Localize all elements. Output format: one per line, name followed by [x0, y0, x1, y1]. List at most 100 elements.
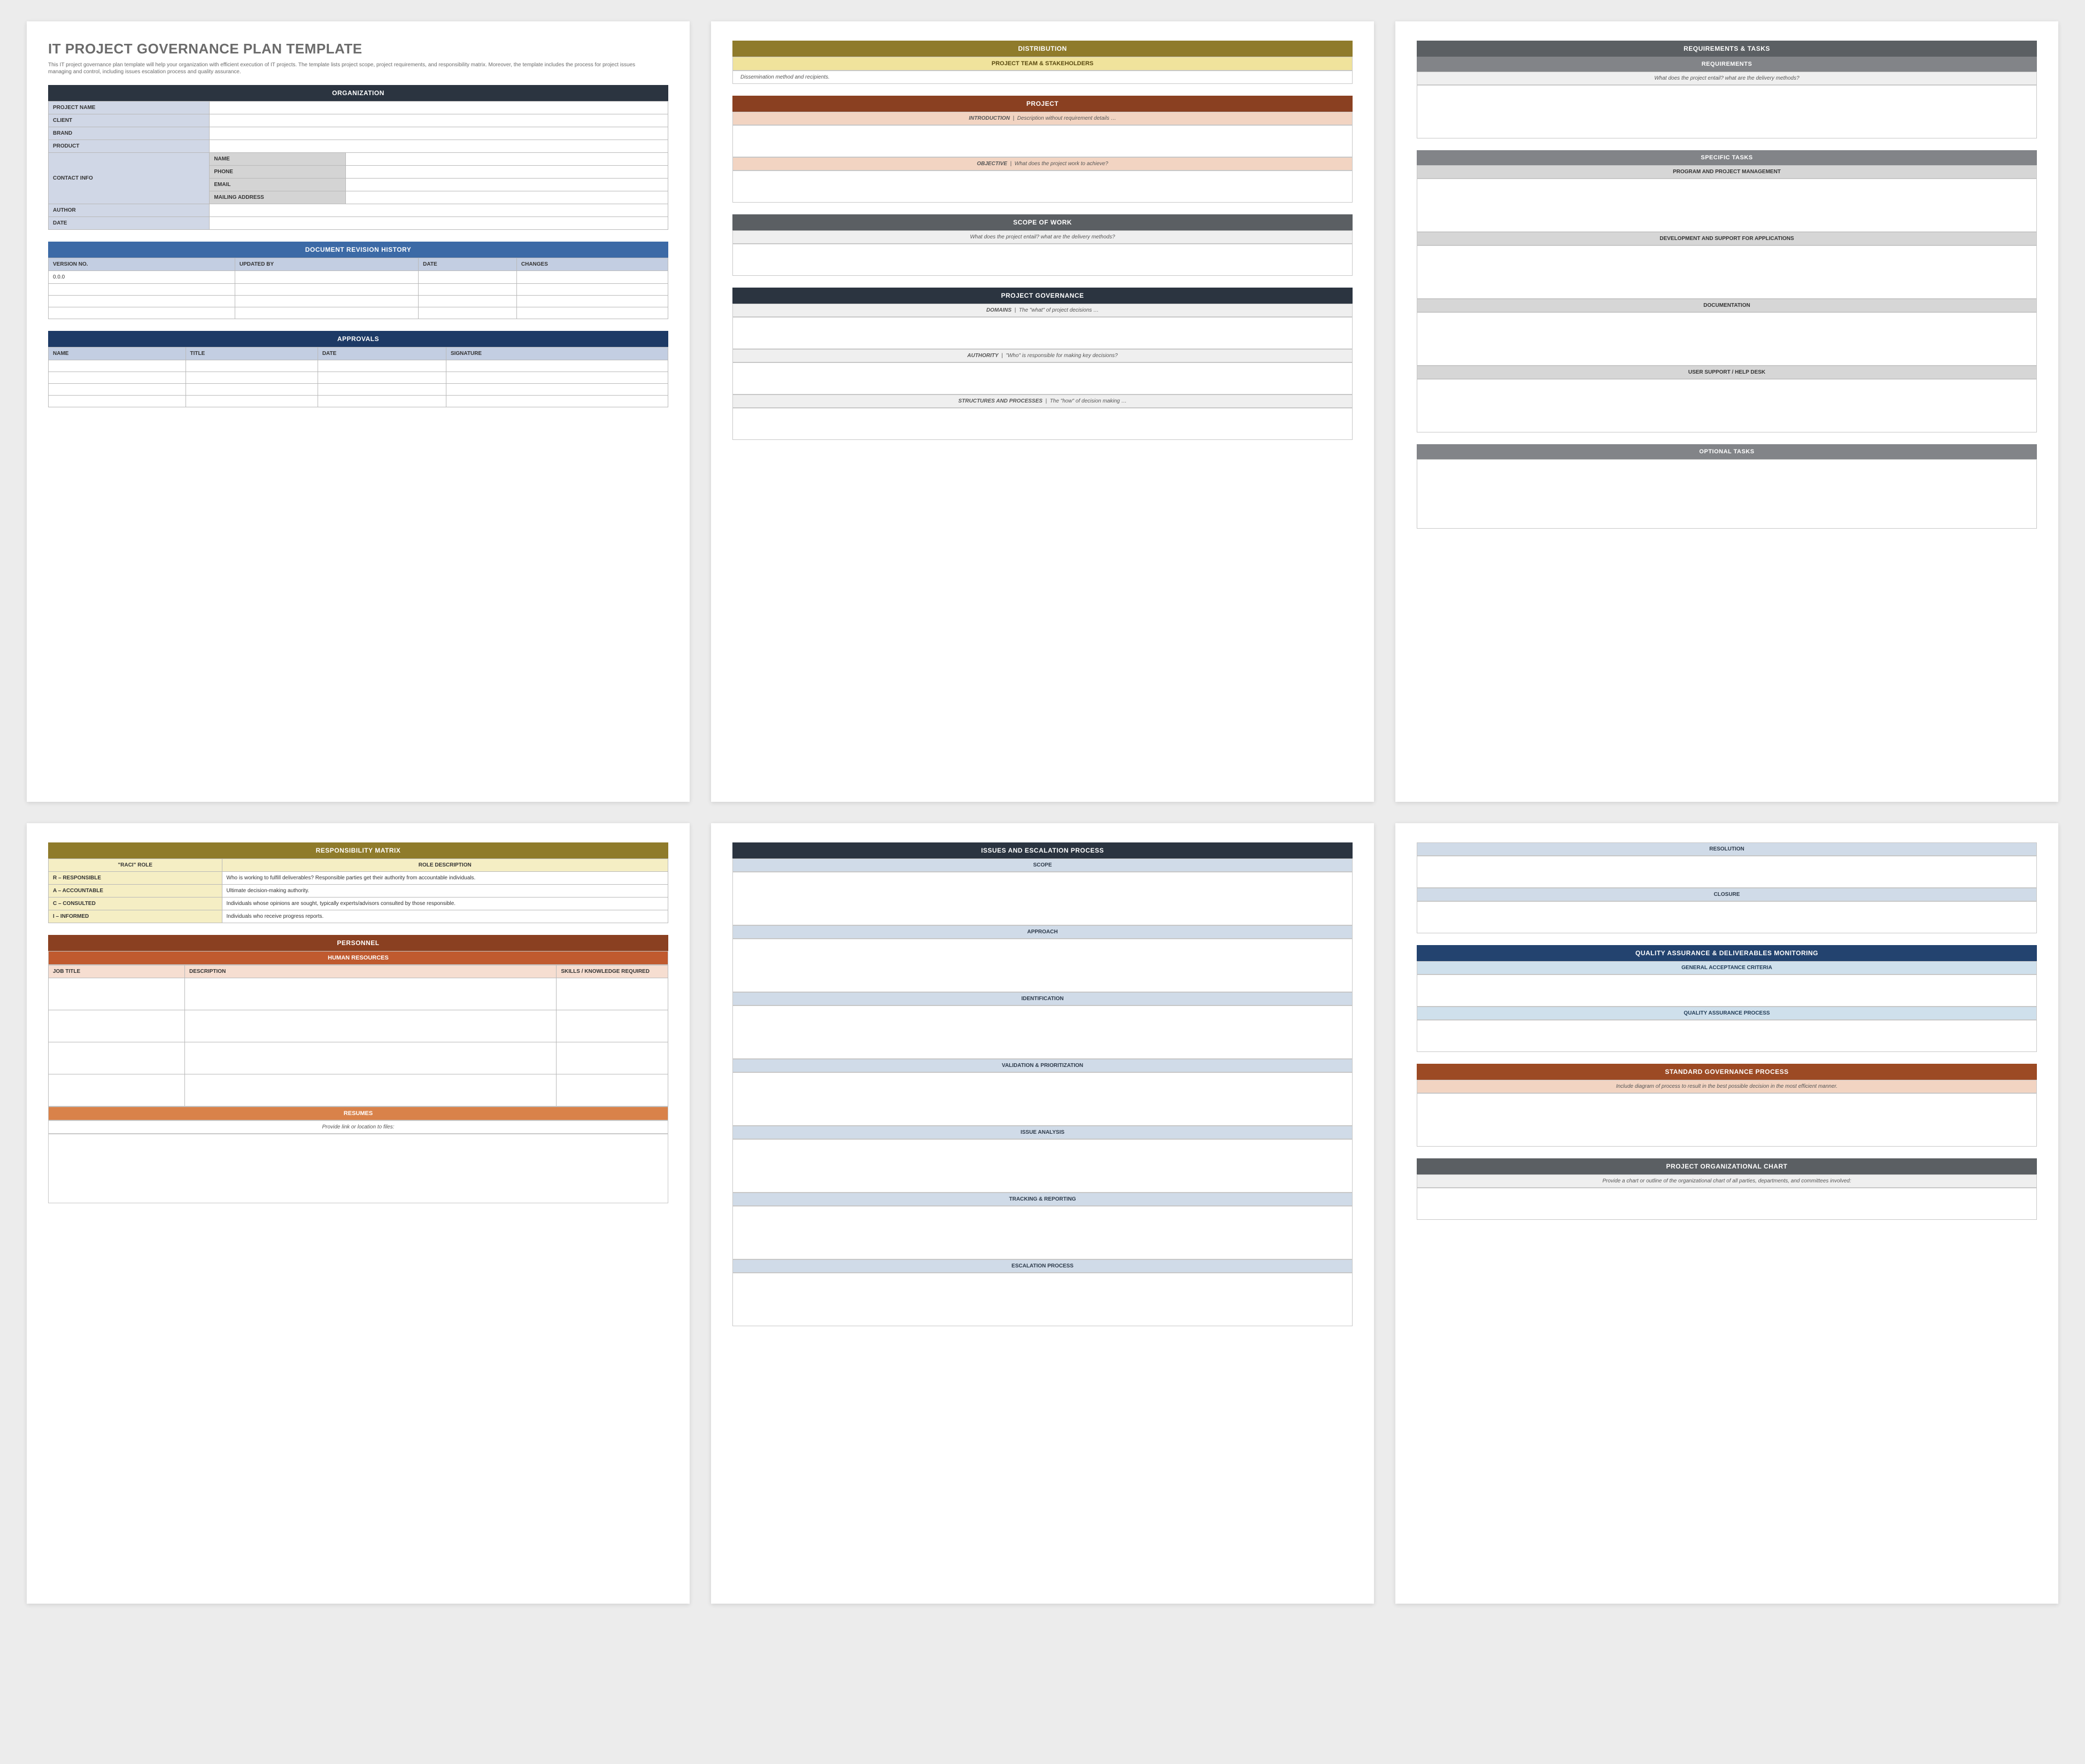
- specific-tasks-header: SPECIFIC TASKS: [1417, 150, 2037, 165]
- optional-tasks-field[interactable]: [1417, 459, 2037, 529]
- authority-row: AUTHORITY | "Who" is responsible for mak…: [732, 349, 1353, 362]
- label-contact-phone: PHONE: [210, 166, 346, 179]
- resumes-field[interactable]: [48, 1134, 668, 1203]
- organization-table: PROJECT NAME CLIENT BRAND PRODUCT CONTAC…: [48, 101, 668, 230]
- orgchart-note: Provide a chart or outline of the organi…: [1417, 1174, 2037, 1188]
- distribution-sub: PROJECT TEAM & STAKEHOLDERS: [732, 57, 1353, 71]
- field-contact-email[interactable]: [346, 179, 668, 191]
- intro-label: INTRODUCTION: [969, 115, 1010, 121]
- revision-header: DOCUMENT REVISION HISTORY: [48, 242, 668, 258]
- field-date[interactable]: [210, 217, 668, 230]
- resolution-field[interactable]: [1417, 856, 2037, 888]
- rev-version-0[interactable]: 0.0.0: [49, 271, 235, 284]
- closure-field[interactable]: [1417, 901, 2037, 933]
- rev-col-version: VERSION NO.: [49, 258, 235, 271]
- task-2-field[interactable]: [1417, 312, 2037, 366]
- requirements-note: What does the project entail? what are t…: [1417, 72, 2037, 85]
- scope-field[interactable]: [732, 244, 1353, 276]
- role-i: I – INFORMED: [49, 910, 222, 923]
- intro-desc: Description without requirement details …: [1017, 115, 1116, 121]
- governance-block: PROJECT GOVERNANCE DOMAINS | The "what" …: [732, 288, 1353, 440]
- field-project-name[interactable]: [210, 102, 668, 114]
- appr-col-signature: SIGNATURE: [446, 347, 668, 360]
- struct-field[interactable]: [732, 408, 1353, 440]
- task-3: USER SUPPORT / HELP DESK: [1417, 366, 2037, 379]
- domains-field[interactable]: [732, 317, 1353, 349]
- label-contact-email: EMAIL: [210, 179, 346, 191]
- role-a: A – ACCOUNTABLE: [49, 885, 222, 898]
- domains-row: DOMAINS | The "what" of project decision…: [732, 304, 1353, 317]
- field-brand[interactable]: [210, 127, 668, 140]
- orgchart-field[interactable]: [1417, 1188, 2037, 1220]
- task-1: DEVELOPMENT AND SUPPORT FOR APPLICATIONS: [1417, 232, 2037, 245]
- issue-sec-3: VALIDATION & PRIORITIZATION: [732, 1059, 1353, 1072]
- role-r: R – RESPONSIBLE: [49, 872, 222, 885]
- field-contact-name[interactable]: [346, 153, 668, 166]
- std-process-field[interactable]: [1417, 1093, 2037, 1147]
- project-header: PROJECT: [732, 96, 1353, 112]
- objective-label: OBJECTIVE: [977, 161, 1007, 167]
- qa-field-0[interactable]: [1417, 974, 2037, 1007]
- approvals-header: APPROVALS: [48, 331, 668, 347]
- appr-col-title: TITLE: [186, 347, 318, 360]
- task-2: DOCUMENTATION: [1417, 299, 2037, 312]
- issue-sec-0: SCOPE: [732, 858, 1353, 872]
- intro-field[interactable]: [732, 125, 1353, 157]
- role-r-desc: Who is working to fulfill deliverables? …: [222, 872, 668, 885]
- task-3-field[interactable]: [1417, 379, 2037, 432]
- std-process-header: STANDARD GOVERNANCE PROCESS: [1417, 1064, 2037, 1080]
- issue-sec-5: TRACKING & REPORTING: [732, 1193, 1353, 1206]
- matrix-table: "RACI" ROLE ROLE DESCRIPTION R – RESPONS…: [48, 858, 668, 923]
- issues-header: ISSUES AND ESCALATION PROCESS: [732, 842, 1353, 858]
- label-contact-name: NAME: [210, 153, 346, 166]
- issue-field-1[interactable]: [732, 939, 1353, 992]
- issue-field-3[interactable]: [732, 1072, 1353, 1126]
- revision-block: DOCUMENT REVISION HISTORY VERSION NO. UP…: [48, 242, 668, 319]
- scope-header: SCOPE OF WORK: [732, 214, 1353, 230]
- issue-field-4[interactable]: [732, 1139, 1353, 1193]
- domains-label: DOMAINS: [986, 307, 1011, 313]
- matrix-header: RESPONSIBILITY MATRIX: [48, 842, 668, 858]
- task-0-field[interactable]: [1417, 179, 2037, 232]
- role-a-desc: Ultimate decision-making authority.: [222, 885, 668, 898]
- label-project-name: PROJECT NAME: [49, 102, 210, 114]
- scope-block: SCOPE OF WORK What does the project enta…: [732, 214, 1353, 276]
- resumes-note: Provide link or location to files:: [48, 1120, 668, 1134]
- label-client: CLIENT: [49, 114, 210, 127]
- label-contact-info: CONTACT INFO: [49, 153, 210, 204]
- pers-col-job: JOB TITLE: [49, 965, 185, 978]
- approvals-table: NAME TITLE DATE SIGNATURE: [48, 347, 668, 407]
- field-contact-mailing[interactable]: [346, 191, 668, 204]
- page-6: RESOLUTION CLOSURE QUALITY ASSURANCE & D…: [1395, 823, 2058, 1604]
- orgchart-header: PROJECT ORGANIZATIONAL CHART: [1417, 1158, 2037, 1174]
- page-1: IT PROJECT GOVERNANCE PLAN TEMPLATE This…: [27, 21, 690, 802]
- personnel-block: PERSONNEL HUMAN RESOURCES JOB TITLE DESC…: [48, 935, 668, 1203]
- scope-note: What does the project entail? what are t…: [732, 230, 1353, 244]
- label-product: PRODUCT: [49, 140, 210, 153]
- distribution-header: DISTRIBUTION: [732, 41, 1353, 57]
- issue-field-5[interactable]: [732, 1206, 1353, 1259]
- task-0: PROGRAM AND PROJECT MANAGEMENT: [1417, 165, 2037, 179]
- issue-field-6[interactable]: [732, 1273, 1353, 1326]
- qa-field-1[interactable]: [1417, 1020, 2037, 1052]
- resolution-block: RESOLUTION CLOSURE: [1417, 842, 2037, 933]
- objective-desc: What does the project work to achieve?: [1015, 161, 1108, 167]
- authority-field[interactable]: [732, 362, 1353, 394]
- optional-tasks-block: OPTIONAL TASKS: [1417, 444, 2037, 529]
- task-1-field[interactable]: [1417, 245, 2037, 299]
- page-3: REQUIREMENTS & TASKS REQUIREMENTS What d…: [1395, 21, 2058, 802]
- issue-field-2[interactable]: [732, 1005, 1353, 1059]
- issue-field-0[interactable]: [732, 872, 1353, 925]
- field-author[interactable]: [210, 204, 668, 217]
- qa-sub-1: QUALITY ASSURANCE PROCESS: [1417, 1007, 2037, 1020]
- intro-row: INTRODUCTION | Description without requi…: [732, 112, 1353, 125]
- field-product[interactable]: [210, 140, 668, 153]
- issue-sec-4: ISSUE ANALYSIS: [732, 1126, 1353, 1139]
- field-client[interactable]: [210, 114, 668, 127]
- struct-desc: The "how" of decision making …: [1050, 398, 1127, 404]
- requirements-field[interactable]: [1417, 85, 2037, 138]
- page-4: RESPONSIBILITY MATRIX "RACI" ROLE ROLE D…: [27, 823, 690, 1604]
- objective-field[interactable]: [732, 171, 1353, 203]
- field-contact-phone[interactable]: [346, 166, 668, 179]
- personnel-sub: HUMAN RESOURCES: [48, 951, 668, 965]
